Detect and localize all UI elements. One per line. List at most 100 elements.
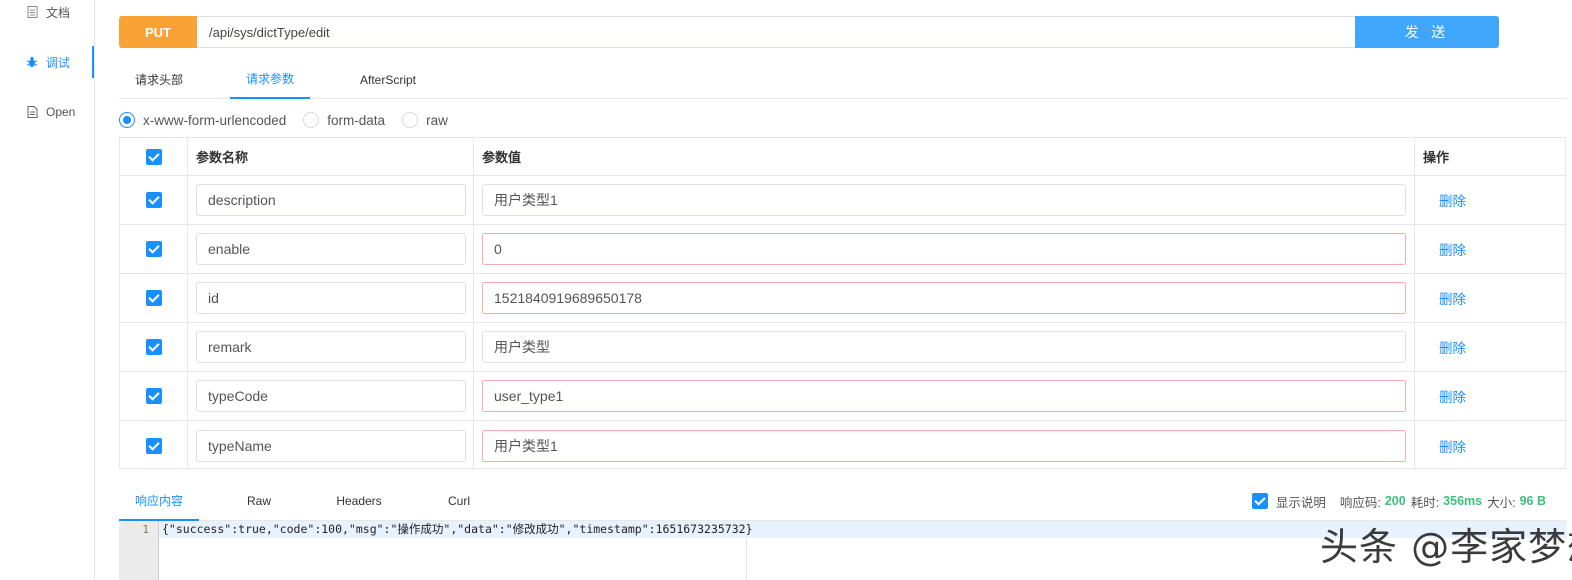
radio-label: x-www-form-urlencoded — [143, 112, 287, 128]
param-name-input[interactable] — [196, 331, 466, 363]
tab-raw[interactable]: Raw — [227, 481, 291, 521]
sidebar-item-label: Open — [46, 105, 76, 119]
row-name-cell — [188, 274, 474, 322]
header-op-cell: 操作 — [1415, 138, 1565, 175]
row-check-cell — [120, 176, 188, 224]
table-header-row: 参数名称 参数值 操作 — [120, 138, 1565, 176]
table-row: 删除 — [120, 421, 1565, 470]
table-row: 删除 — [120, 323, 1565, 372]
param-value-input[interactable] — [482, 184, 1406, 216]
header-check-cell — [120, 138, 188, 175]
delete-link[interactable]: 删除 — [1439, 337, 1466, 357]
tab-request-params[interactable]: 请求参数 — [230, 60, 310, 99]
tab-afterscript[interactable]: AfterScript — [341, 60, 435, 99]
param-name-input[interactable] — [196, 282, 466, 314]
row-name-cell — [188, 372, 474, 420]
param-value-input[interactable] — [482, 282, 1406, 314]
table-row: 删除 — [120, 225, 1565, 274]
row-name-cell — [188, 323, 474, 371]
response-meta: 显示说明 响应码: 200 耗时: 356ms 大小: 96 B — [1251, 481, 1551, 521]
show-desc-label: 显示说明 — [1275, 495, 1326, 510]
time-label: 耗时: — [1410, 495, 1440, 510]
tab-headers[interactable]: Headers — [319, 481, 399, 521]
select-all-checkbox[interactable] — [145, 148, 162, 165]
radio-label: raw — [426, 112, 448, 128]
param-name-input[interactable] — [196, 380, 466, 412]
row-checkbox[interactable] — [145, 437, 162, 454]
radio-raw[interactable]: raw — [402, 112, 448, 128]
sidebar-item-label: 调试 — [46, 55, 71, 70]
delete-link[interactable]: 删除 — [1439, 436, 1466, 456]
body-type-radios: x-www-form-urlencoded form-data raw — [119, 110, 465, 130]
send-button[interactable]: 发 送 — [1355, 16, 1499, 48]
param-value-input[interactable] — [482, 429, 1406, 462]
status-code-label: 响应码: — [1339, 495, 1381, 510]
row-name-cell — [188, 176, 474, 224]
row-op-cell: 删除 — [1415, 323, 1565, 371]
row-check-cell — [120, 372, 188, 420]
param-value-input[interactable] — [482, 233, 1406, 265]
tab-request-headers[interactable]: 请求头部 — [119, 60, 199, 99]
row-checkbox[interactable] — [145, 192, 162, 208]
row-checkbox[interactable] — [145, 388, 162, 404]
row-value-cell — [474, 372, 1415, 420]
column-header-op: 操作 — [1423, 150, 1450, 165]
radio-urlencoded[interactable]: x-www-form-urlencoded — [119, 112, 286, 128]
row-op-cell: 删除 — [1415, 372, 1565, 420]
tab-response-content[interactable]: 响应内容 — [119, 481, 199, 521]
param-name-input[interactable] — [196, 184, 466, 216]
radio-dot — [402, 112, 419, 128]
url-input[interactable] — [197, 16, 1355, 48]
radio-form-data[interactable]: form-data — [303, 112, 385, 128]
header-value-cell: 参数值 — [474, 138, 1415, 175]
radio-label: form-data — [327, 112, 386, 128]
size-label: 大小: — [1487, 495, 1516, 510]
param-value-input[interactable] — [482, 380, 1406, 412]
row-check-cell — [120, 225, 188, 273]
column-header-value: 参数值 — [482, 150, 522, 165]
row-check-cell — [120, 421, 188, 470]
sidebar-item-label: 文档 — [46, 5, 71, 20]
status-code-value: 200 — [1384, 494, 1406, 508]
radio-dot — [119, 112, 135, 128]
row-checkbox[interactable] — [145, 241, 162, 257]
tab-curl[interactable]: Curl — [427, 481, 491, 521]
row-check-cell — [120, 323, 188, 371]
file-icon — [26, 106, 38, 118]
row-op-cell: 删除 — [1415, 421, 1565, 470]
watermark-text: 头条 @李家梦想家 — [1320, 525, 1572, 569]
editor-gutter: 1 — [119, 521, 159, 580]
row-checkbox[interactable] — [145, 290, 162, 306]
row-value-cell — [474, 225, 1415, 273]
url-bar: PUT 发 送 — [119, 16, 1500, 48]
radio-dot — [303, 112, 320, 128]
row-checkbox[interactable] — [145, 339, 162, 355]
show-desc-checkbox[interactable] — [1251, 493, 1268, 509]
line-number: 1 — [142, 523, 149, 536]
row-value-cell — [474, 176, 1415, 224]
sidebar: 文档 调试 Open — [0, 0, 95, 580]
sidebar-item-docs[interactable]: 文档 — [0, 0, 94, 28]
sidebar-item-open[interactable]: Open — [0, 96, 94, 128]
table-row: 删除 — [120, 274, 1565, 323]
delete-link[interactable]: 删除 — [1439, 239, 1466, 259]
param-name-input[interactable] — [196, 429, 466, 462]
row-op-cell: 删除 — [1415, 274, 1565, 322]
request-tabs: 请求头部 请求参数 AfterScript — [119, 60, 1567, 99]
param-value-input[interactable] — [482, 331, 1406, 363]
param-name-input[interactable] — [196, 233, 466, 265]
delete-link[interactable]: 删除 — [1439, 288, 1466, 308]
sidebar-item-debug[interactable]: 调试 — [0, 46, 94, 78]
delete-link[interactable]: 删除 — [1439, 190, 1466, 210]
document-icon — [26, 6, 38, 18]
row-op-cell: 删除 — [1415, 225, 1565, 273]
delete-link[interactable]: 删除 — [1439, 386, 1466, 406]
row-name-cell — [188, 225, 474, 273]
header-name-cell: 参数名称 — [188, 138, 474, 175]
response-tabs: 响应内容 Raw Headers Curl 显示说明 响应码: 200 耗时: … — [119, 481, 1567, 521]
table-row: 删除 — [120, 372, 1565, 421]
row-value-cell — [474, 274, 1415, 322]
method-badge[interactable]: PUT — [119, 16, 197, 48]
main-panel: PUT 发 送 请求头部 请求参数 AfterScript x-www-form… — [95, 0, 1572, 580]
column-header-name: 参数名称 — [196, 150, 249, 165]
